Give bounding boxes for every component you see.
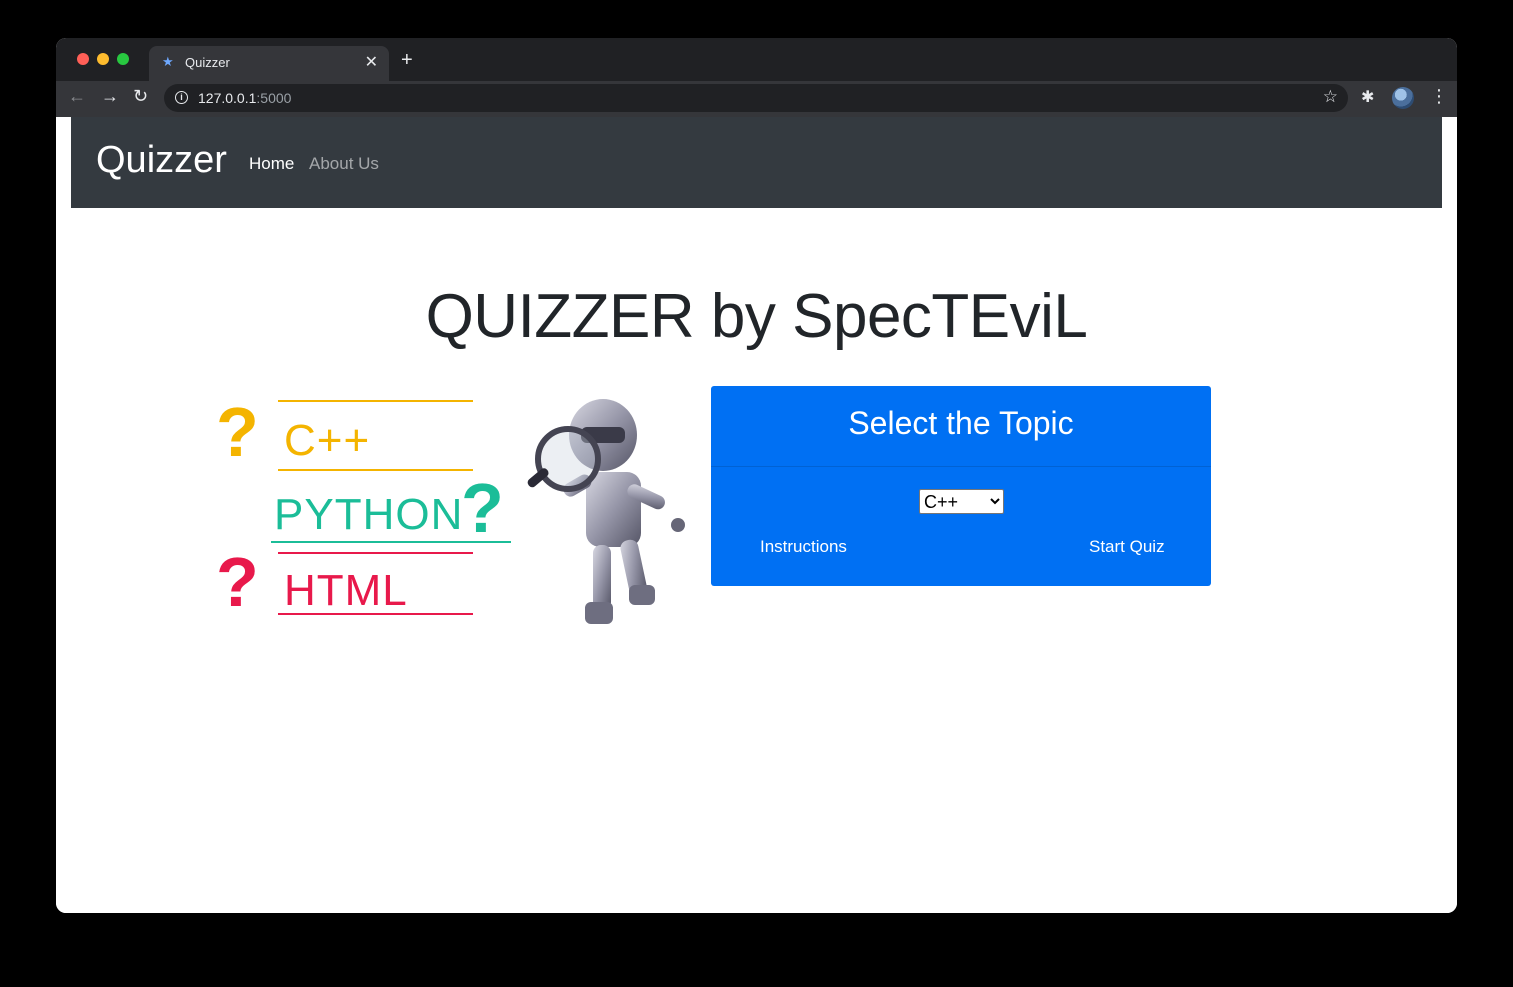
url-port: :5000: [256, 90, 292, 106]
hero-python-text: PYTHON: [274, 490, 464, 539]
question-mark-icon: ?: [216, 393, 259, 471]
topic-card: Select the Topic C++ Instructions Start …: [711, 386, 1211, 586]
info-icon[interactable]: i: [175, 91, 188, 104]
tab-bar: ★ Quizzer ✕ +: [56, 38, 1457, 81]
start-quiz-link[interactable]: Start Quiz: [1089, 537, 1165, 557]
nav-home-link[interactable]: Home: [249, 154, 294, 174]
hero-illustration: ? C++ PYTHON ? ? HTML: [216, 397, 691, 647]
hero-divider: [278, 400, 473, 402]
browser-toolbar: ← → ↻ i 127.0.0.1:5000 ☆ ✱ ⋮: [56, 81, 1457, 117]
instructions-link[interactable]: Instructions: [760, 537, 847, 557]
topic-select[interactable]: C++: [919, 489, 1004, 514]
menu-icon[interactable]: ⋮: [1430, 87, 1448, 105]
robot-with-magnifier-icon: [527, 399, 685, 624]
hero-divider: [278, 552, 473, 554]
card-title: Select the Topic: [848, 405, 1074, 441]
nav-about-link[interactable]: About Us: [309, 154, 379, 174]
close-tab-icon[interactable]: ✕: [365, 52, 378, 72]
url-text[interactable]: 127.0.0.1:5000: [198, 90, 291, 106]
extensions-icon[interactable]: ✱: [1361, 87, 1374, 107]
hero-divider: [278, 469, 473, 471]
question-mark-icon: ?: [216, 543, 259, 621]
maximize-window-button[interactable]: [117, 53, 129, 65]
hero-cpp-text: C++: [284, 416, 371, 465]
hero-divider: [278, 613, 473, 615]
favicon-icon: ★: [162, 54, 174, 69]
minimize-window-button[interactable]: [97, 53, 109, 65]
page-title: QUIZZER by SpecTEviL: [425, 282, 1088, 351]
page-viewport: Quizzer Home About Us QUIZZER by SpecTEv…: [56, 117, 1457, 913]
browser-window: ★ Quizzer ✕ + ← → ↻ i 127.0.0.1:5000 ☆ ✱…: [56, 38, 1457, 913]
star-icon[interactable]: ☆: [1323, 87, 1338, 107]
address-bar[interactable]: i 127.0.0.1:5000 ☆: [164, 84, 1348, 112]
tab-quizzer[interactable]: ★ Quizzer ✕: [149, 46, 389, 81]
avatar[interactable]: [1392, 87, 1414, 109]
reload-icon[interactable]: ↻: [133, 87, 148, 105]
card-header: Select the Topic: [711, 386, 1211, 467]
brand-logo-text[interactable]: Quizzer: [96, 139, 227, 182]
hero-html-text: HTML: [284, 566, 408, 615]
question-mark-icon: ?: [461, 469, 504, 547]
site-navbar: Quizzer Home About Us: [71, 117, 1442, 208]
forward-icon[interactable]: →: [101, 87, 119, 105]
tab-title: Quizzer: [185, 55, 230, 70]
url-host: 127.0.0.1: [198, 90, 257, 106]
back-icon[interactable]: ←: [68, 87, 86, 105]
new-tab-icon[interactable]: +: [401, 50, 413, 70]
close-window-button[interactable]: [77, 53, 89, 65]
hero-divider: [271, 541, 511, 543]
